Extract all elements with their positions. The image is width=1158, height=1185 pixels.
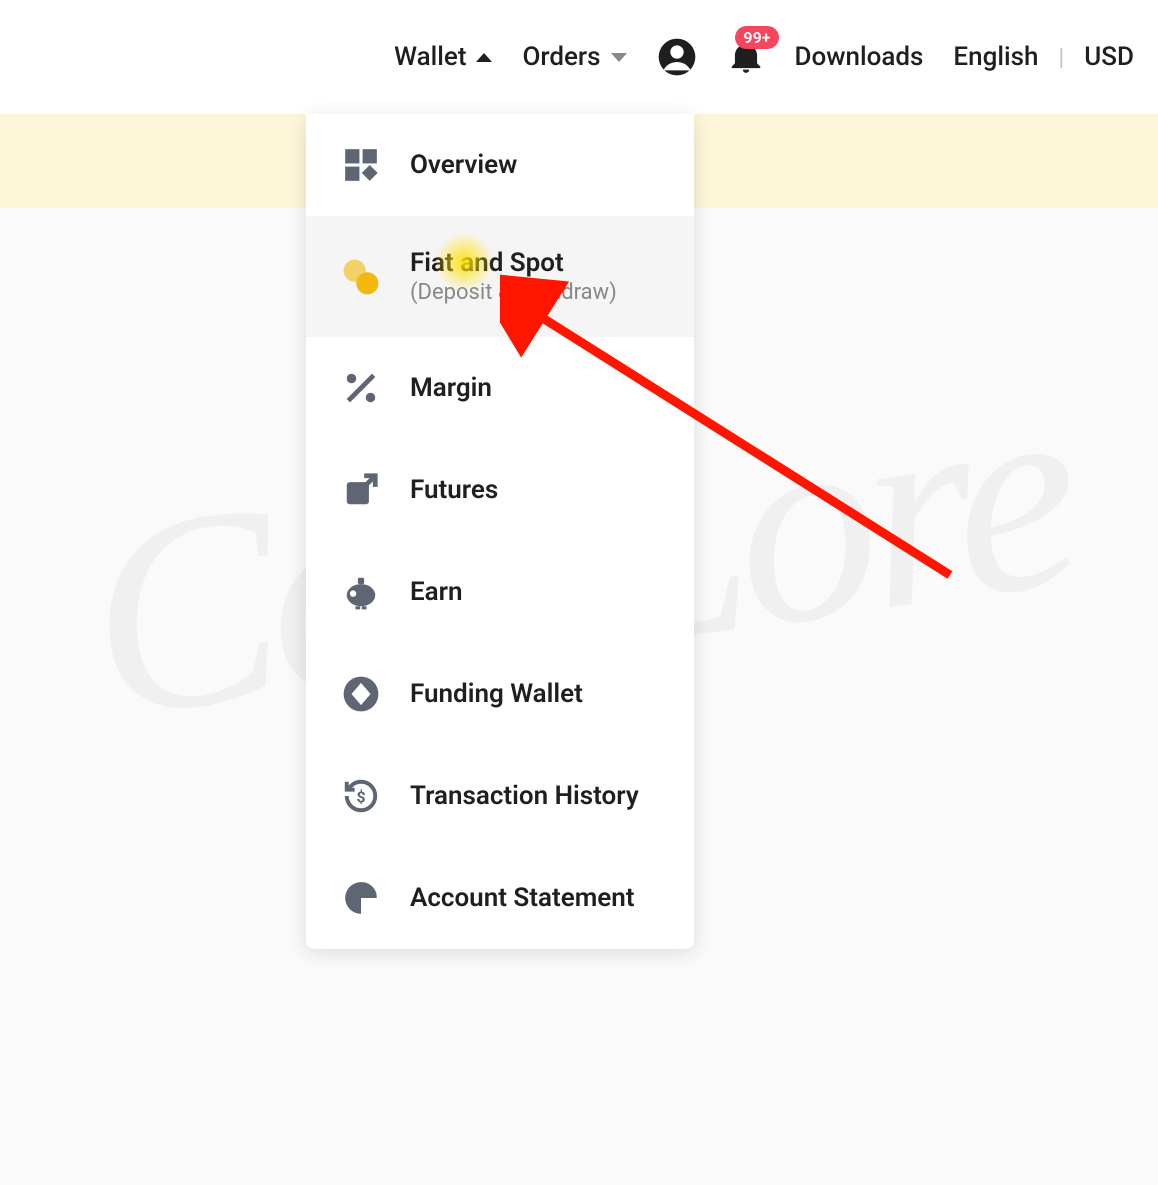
account-icon[interactable] <box>657 37 697 77</box>
caret-down-icon <box>611 53 627 62</box>
dropdown-label: Overview <box>410 150 517 180</box>
overview-icon <box>342 146 380 184</box>
orders-label: Orders <box>522 42 600 72</box>
currency-selector[interactable]: USD <box>1084 42 1134 72</box>
futures-icon <box>342 471 380 509</box>
dropdown-label: Fiat and Spot <box>410 248 617 278</box>
wallet-label: Wallet <box>394 42 466 72</box>
dropdown-item-earn[interactable]: Earn <box>306 541 694 643</box>
dropdown-label: Futures <box>410 475 498 505</box>
wallet-dropdown: Overview Fiat and Spot (Deposit & Withdr… <box>306 114 694 949</box>
separator: | <box>1058 43 1064 71</box>
funding-icon <box>342 675 380 713</box>
top-navigation: Wallet Orders 99+ Downloads English | US… <box>0 0 1158 114</box>
dropdown-label: Transaction History <box>410 781 639 811</box>
notification-badge: 99+ <box>735 26 778 49</box>
earn-icon <box>342 573 380 611</box>
fiat-spot-icon <box>342 258 380 296</box>
wallet-menu[interactable]: Wallet <box>394 42 492 72</box>
dropdown-item-fiat-spot[interactable]: Fiat and Spot (Deposit & Withdraw) <box>306 216 694 337</box>
notifications-icon[interactable]: 99+ <box>727 38 765 76</box>
dropdown-label: Earn <box>410 577 463 607</box>
dropdown-label: Account Statement <box>410 883 635 913</box>
margin-icon <box>342 369 380 407</box>
language-label: English <box>953 42 1038 72</box>
statement-icon <box>342 879 380 917</box>
dropdown-item-statement[interactable]: Account Statement <box>306 847 694 949</box>
svg-text:$: $ <box>356 787 365 806</box>
orders-menu[interactable]: Orders <box>522 42 626 72</box>
dropdown-label: Margin <box>410 373 492 403</box>
currency-label: USD <box>1084 42 1134 72</box>
dropdown-label: Funding Wallet <box>410 679 583 709</box>
dropdown-item-futures[interactable]: Futures <box>306 439 694 541</box>
dropdown-item-funding[interactable]: Funding Wallet <box>306 643 694 745</box>
dropdown-sublabel: (Deposit & Withdraw) <box>410 280 617 305</box>
downloads-link[interactable]: Downloads <box>795 42 924 72</box>
dropdown-item-overview[interactable]: Overview <box>306 114 694 216</box>
dropdown-item-history[interactable]: $ Transaction History <box>306 745 694 847</box>
history-icon: $ <box>342 777 380 815</box>
downloads-label: Downloads <box>795 42 924 72</box>
dropdown-item-margin[interactable]: Margin <box>306 337 694 439</box>
language-selector[interactable]: English <box>953 42 1038 72</box>
caret-up-icon <box>476 53 492 62</box>
